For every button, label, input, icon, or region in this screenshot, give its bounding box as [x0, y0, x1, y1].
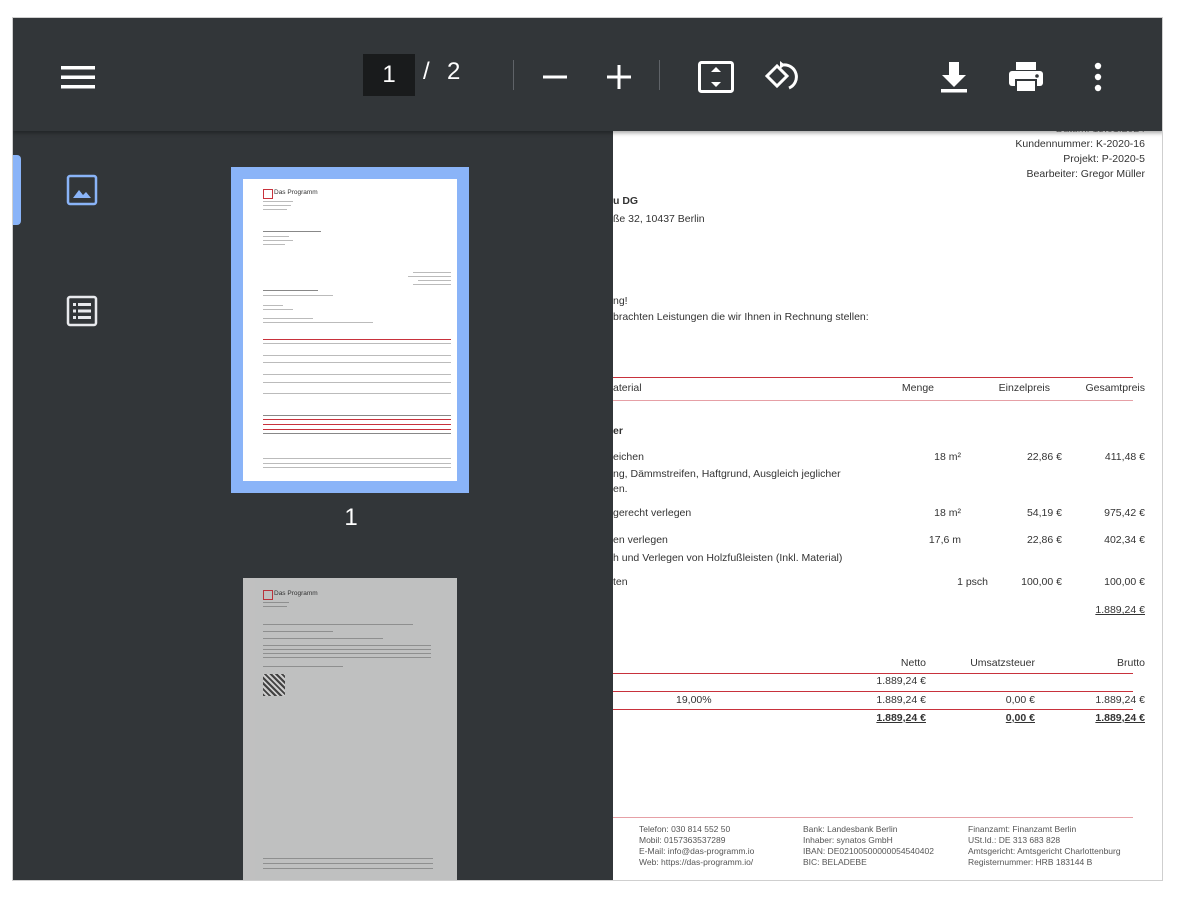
kundennummer: Kundennummer: K-2020-16	[1015, 138, 1145, 150]
footer-line: Telefon: 030 814 552 50	[639, 824, 731, 834]
more-vert-icon[interactable]	[1079, 58, 1117, 96]
row1-menge: 18 m²	[934, 451, 961, 463]
row4-desc: ten	[613, 576, 628, 588]
footer-line: IBAN: DE02100500000054540402	[803, 846, 934, 856]
sidebar-active-indicator	[13, 155, 21, 225]
thumbnail-1-label: 1	[344, 504, 358, 531]
sum-row2-ust: 0,00 €	[1005, 694, 1035, 706]
footer-line: Inhaber: synatos GmbH	[803, 835, 893, 845]
thumb-brand: Das Programm	[274, 590, 318, 597]
row3-desc2: h und Verlegen von Holzfußleisten (Inkl.…	[613, 552, 843, 564]
subtotal: 1.889,24 €	[1095, 604, 1145, 616]
plus-icon[interactable]	[600, 58, 638, 96]
row1-desc2: ng, Dämmstreifen, Haftgrund, Ausgleich j…	[613, 468, 841, 480]
recipient-address: ße 32, 10437 Berlin	[613, 213, 705, 225]
col-header-einzelpreis: Einzelpreis	[998, 382, 1050, 394]
page-number-input[interactable]: 1	[363, 54, 415, 96]
table-header-rule	[613, 400, 1133, 401]
footer-line: Mobil: 0157363537289	[639, 835, 726, 845]
footer-rule	[613, 817, 1133, 818]
greeting: ng!	[613, 295, 628, 307]
footer-line: E-Mail: info@das-programm.io	[639, 846, 755, 856]
qr-code	[263, 674, 285, 696]
pdf-viewer: Datum: 15.01.2024 Kundennummer: K-2020-1…	[12, 17, 1163, 881]
row4-einzel: 100,00 €	[1021, 576, 1062, 588]
logo-icon	[263, 590, 273, 600]
col-header-gesamtpreis: Gesamtpreis	[1085, 382, 1145, 394]
row3-desc: en verlegen	[613, 534, 668, 546]
col-header-material: aterial	[613, 382, 642, 394]
fit-page-icon[interactable]	[697, 58, 735, 96]
footer-col-bank: Bank: Landesbank Berlin Inhaber: synatos…	[803, 824, 934, 868]
row1-einzel: 22,86 €	[1026, 451, 1062, 463]
intro-text: brachten Leistungen die wir Ihnen in Rec…	[613, 311, 869, 323]
row4-menge: 1 psch	[957, 576, 988, 588]
projekt: Projekt: P-2020-5	[1063, 153, 1145, 165]
row2-menge: 18 m²	[934, 507, 961, 519]
row3-gesamt: 402,34 €	[1104, 534, 1145, 546]
page-thumbnail-1[interactable]: Das Programm	[231, 167, 469, 493]
minus-icon[interactable]	[536, 58, 574, 96]
footer-col-legal: Finanzamt: Finanzamt Berlin USt.Id.: DE …	[968, 824, 1121, 868]
sum-total-brutto: 1.889,24 €	[1095, 712, 1145, 724]
thumbnail-sidebar: Das Programm 1 Das Programm	[13, 131, 613, 880]
page-total: 2	[447, 58, 461, 85]
row3-menge: 17,6 m	[928, 534, 961, 546]
sum-rule-3	[613, 709, 1133, 710]
recipient-name: u DG	[613, 195, 639, 207]
footer-line: Registernummer: HRB 183144 B	[968, 857, 1093, 867]
page-thumbnail-2[interactable]: Das Programm	[243, 578, 457, 880]
download-icon[interactable]	[935, 58, 973, 96]
col-header-menge: Menge	[901, 382, 934, 394]
row2-gesamt: 975,42 €	[1104, 507, 1145, 519]
sum-total-ust: 0,00 €	[1005, 712, 1035, 724]
row4-gesamt: 100,00 €	[1104, 576, 1145, 588]
toolbar-divider	[659, 60, 660, 90]
row2-einzel: 54,19 €	[1026, 507, 1062, 519]
thumbnail-page-preview: Das Programm	[243, 179, 457, 481]
footer-line: Amtsgericht: Amtsgericht Charlottenburg	[968, 846, 1121, 856]
row1-desc: eichen	[613, 451, 644, 463]
bearbeiter: Bearbeiter: Gregor Müller	[1026, 168, 1145, 180]
sum-row1-netto: 1.889,24 €	[876, 675, 926, 687]
sum-rule-1	[613, 673, 1133, 674]
sum-total-netto: 1.889,24 €	[876, 712, 926, 724]
logo-icon	[263, 189, 273, 199]
sum-row2-rate: 19,00%	[676, 694, 712, 706]
print-icon[interactable]	[1007, 58, 1045, 96]
sum-header-netto: Netto	[900, 657, 926, 669]
list-icon[interactable]	[64, 293, 100, 329]
thumb-brand: Das Programm	[274, 189, 318, 196]
table-top-rule	[613, 377, 1133, 378]
page-separator: /	[423, 58, 430, 85]
sum-rule-2	[613, 691, 1133, 692]
sum-header-ust: Umsatzsteuer	[970, 657, 1035, 669]
footer-line: Finanzamt: Finanzamt Berlin	[968, 824, 1077, 834]
menu-icon[interactable]	[59, 58, 97, 96]
viewer-toolbar: 1 / 2	[13, 18, 1162, 131]
footer-line: BIC: BELADEBE	[803, 857, 867, 867]
row1-desc3: en.	[613, 483, 628, 495]
rotate-icon[interactable]	[761, 58, 799, 96]
footer-line: Web: https://das-programm.io/	[639, 857, 754, 867]
row3-einzel: 22,86 €	[1026, 534, 1062, 546]
row2-desc: gerecht verlegen	[613, 507, 692, 519]
sum-row2-netto: 1.889,24 €	[876, 694, 926, 706]
row1-gesamt: 411,48 €	[1104, 451, 1145, 463]
document-page: Datum: 15.01.2024 Kundennummer: K-2020-1…	[613, 123, 1162, 880]
footer-col-contact: Telefon: 030 814 552 50 Mobil: 015736353…	[639, 824, 754, 868]
footer-line: USt.Id.: DE 313 683 828	[968, 835, 1061, 845]
toolbar-divider	[513, 60, 514, 90]
sum-header-brutto: Brutto	[1116, 657, 1145, 669]
section-title: er	[613, 425, 623, 437]
image-icon[interactable]	[64, 172, 100, 208]
footer-line: Bank: Landesbank Berlin	[803, 824, 898, 834]
sum-row2-brutto: 1.889,24 €	[1095, 694, 1145, 706]
